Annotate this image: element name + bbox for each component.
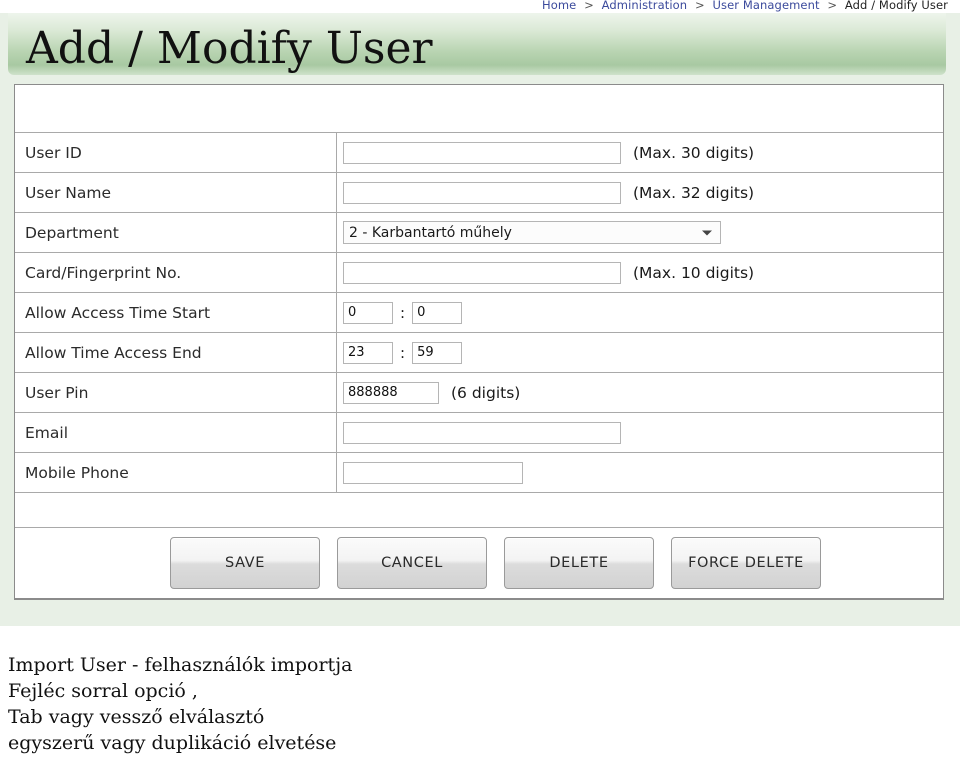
value-mobile-phone: [337, 453, 943, 492]
department-select[interactable]: 2 - Karbantartó műhely: [343, 221, 721, 244]
label-user-name: User Name: [15, 173, 337, 212]
table-row-mobile-phone: Mobile Phone: [15, 453, 943, 493]
email-input[interactable]: [343, 421, 621, 444]
breadcrumb: Home > Administration > User Management …: [542, 0, 948, 12]
caption-line-4: egyszerű vagy duplikáció elvetése: [8, 732, 337, 754]
delete-button[interactable]: DELETE: [504, 537, 654, 589]
table-row-access-time-end: Allow Time Access End :: [15, 333, 943, 373]
table-spacer-row: [15, 493, 943, 528]
table-header-row: [15, 85, 943, 133]
time-separator: :: [400, 343, 406, 362]
value-card-fingerprint-no: (Max. 10 digits): [337, 253, 943, 292]
breadcrumb-item-user-management[interactable]: User Management: [712, 0, 819, 12]
form-action-bar: SAVE CANCEL DELETE FORCE DELETE: [15, 528, 943, 598]
card-fingerprint-no-input[interactable]: [343, 261, 621, 284]
access-start-minute-input[interactable]: [412, 301, 463, 324]
label-user-pin: User Pin: [15, 373, 337, 412]
value-user-pin: (6 digits): [337, 373, 943, 412]
breadcrumb-item-add-modify-user: Add / Modify User: [844, 0, 948, 12]
access-end-minute-input[interactable]: [412, 341, 463, 364]
cancel-button[interactable]: CANCEL: [337, 537, 487, 589]
caption-block: Import User - felhasználók importja Fejl…: [8, 652, 608, 756]
force-delete-button[interactable]: FORCE DELETE: [671, 537, 821, 589]
table-row-department: Department 2 - Karbantartó műhely: [15, 213, 943, 253]
user-form-table: User ID (Max. 30 digits) User Name (Max.…: [14, 84, 944, 600]
value-department: 2 - Karbantartó műhely: [337, 213, 943, 252]
label-department: Department: [15, 213, 337, 252]
user-id-input[interactable]: [343, 141, 621, 164]
hint-card-fingerprint-no: (Max. 10 digits): [633, 263, 755, 282]
label-mobile-phone: Mobile Phone: [15, 453, 337, 492]
hint-user-id: (Max. 30 digits): [633, 143, 755, 162]
hint-user-pin: (6 digits): [451, 383, 521, 402]
page-title: Add / Modify User: [26, 23, 433, 74]
breadcrumb-separator: >: [827, 0, 838, 12]
table-row-email: Email: [15, 413, 943, 453]
department-select-value: 2 - Karbantartó műhely: [349, 224, 512, 241]
access-end-hour-input[interactable]: [343, 341, 393, 364]
breadcrumb-bar: Home > Administration > User Management …: [0, 0, 960, 13]
mobile-phone-input[interactable]: [343, 461, 523, 484]
title-band: Add / Modify User: [8, 13, 946, 75]
breadcrumb-item-administration[interactable]: Administration: [602, 0, 688, 12]
table-header-cell: [15, 85, 943, 132]
save-button[interactable]: SAVE: [170, 537, 320, 589]
table-row-user-id: User ID (Max. 30 digits): [15, 133, 943, 173]
table-row-user-pin: User Pin (6 digits): [15, 373, 943, 413]
breadcrumb-separator: >: [694, 0, 705, 12]
application-window: Home > Administration > User Management …: [0, 0, 960, 626]
value-email: [337, 413, 943, 452]
value-access-time-end: :: [337, 333, 943, 372]
value-user-id: (Max. 30 digits): [337, 133, 943, 172]
label-access-time-end: Allow Time Access End: [15, 333, 337, 372]
label-email: Email: [15, 413, 337, 452]
access-start-hour-input[interactable]: [343, 301, 393, 324]
caption-line-1: Import User - felhasználók importja: [8, 654, 353, 676]
breadcrumb-item-home[interactable]: Home: [542, 0, 576, 12]
table-row-user-name: User Name (Max. 32 digits): [15, 173, 943, 213]
user-pin-input[interactable]: [343, 381, 439, 404]
value-user-name: (Max. 32 digits): [337, 173, 943, 212]
caption-line-2: Fejléc sorral opció ,: [8, 680, 198, 702]
time-separator: :: [400, 303, 406, 322]
table-row-card-fingerprint-no: Card/Fingerprint No. (Max. 10 digits): [15, 253, 943, 293]
hint-user-name: (Max. 32 digits): [633, 183, 755, 202]
label-card-fingerprint-no: Card/Fingerprint No.: [15, 253, 337, 292]
table-button-row: SAVE CANCEL DELETE FORCE DELETE: [15, 528, 943, 598]
table-spacer-cell: [15, 493, 943, 527]
user-name-input[interactable]: [343, 181, 621, 204]
label-user-id: User ID: [15, 133, 337, 172]
table-row-access-time-start: Allow Access Time Start :: [15, 293, 943, 333]
label-access-time-start: Allow Access Time Start: [15, 293, 337, 332]
chevron-down-icon: [702, 230, 712, 235]
breadcrumb-separator: >: [584, 0, 594, 12]
value-access-time-start: :: [337, 293, 943, 332]
caption-line-3: Tab vagy vessző elválasztó: [8, 706, 265, 728]
